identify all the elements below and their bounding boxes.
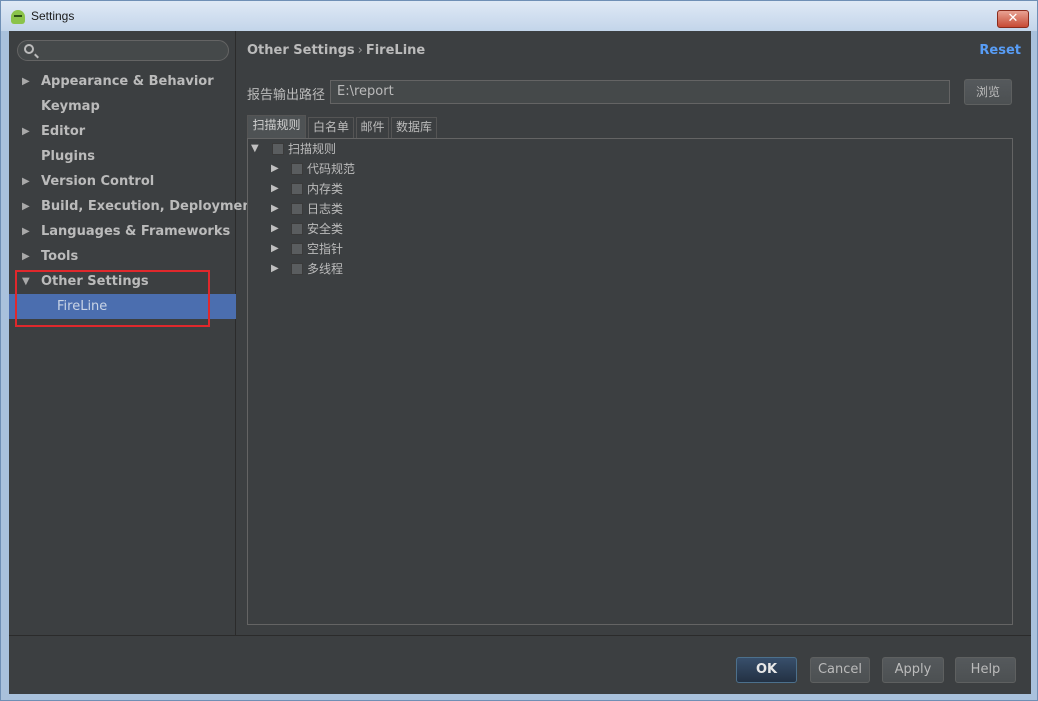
tree-node-label: 扫描规则	[288, 142, 337, 156]
tree-node-label: 空指针	[307, 242, 344, 256]
expand-arrow-icon[interactable]: ▶	[22, 194, 30, 219]
sidebar-item-other-settings[interactable]: ▼ Other Settings	[9, 269, 236, 294]
tree-node-label: 内存类	[307, 182, 344, 196]
expand-arrow-icon[interactable]: ▶	[271, 199, 279, 219]
tab-whitelist[interactable]: 白名单	[308, 117, 354, 138]
expand-arrow-icon[interactable]: ▶	[271, 179, 279, 199]
sidebar-item-build-execution-deployment[interactable]: ▶ Build, Execution, Deployment	[9, 194, 258, 219]
settings-window: Settings ✕ ▶ Appearance & Behavior Keyma…	[0, 0, 1038, 701]
sidebar-item-languages-frameworks[interactable]: ▶ Languages & Frameworks	[9, 219, 236, 244]
cancel-button[interactable]: Cancel	[810, 657, 870, 683]
collapse-arrow-icon[interactable]: ▼	[251, 139, 259, 159]
sidebar-item-tools[interactable]: ▶ Tools	[9, 244, 236, 269]
sidebar-item-version-control[interactable]: ▶ Version Control	[9, 169, 236, 194]
tab-database[interactable]: 数据库	[391, 117, 437, 138]
browse-button[interactable]: 浏览	[964, 79, 1012, 105]
settings-nav: ▶ Appearance & Behavior Keymap ▶ Editor …	[9, 69, 258, 319]
tree-node[interactable]: ▶ 多线程	[271, 259, 471, 279]
android-app-icon	[11, 10, 25, 24]
tree-node-label: 代码规范	[307, 162, 356, 176]
checkbox[interactable]	[291, 163, 303, 175]
settings-content: Other Settings › FireLine Reset 报告输出路径 E:\…	[237, 31, 1031, 635]
breadcrumb-current: FireLine	[365, 43, 426, 58]
checkbox[interactable]	[291, 183, 303, 195]
expand-arrow-icon[interactable]: ▶	[22, 244, 30, 269]
expand-arrow-icon[interactable]: ▶	[22, 119, 30, 144]
sidebar-item-label: Appearance & Behavior	[41, 74, 214, 89]
sidebar-item-editor[interactable]: ▶ Editor	[9, 119, 236, 144]
breadcrumb-separator-icon: ›	[357, 43, 363, 58]
search-input[interactable]	[17, 40, 229, 61]
expand-arrow-icon[interactable]: ▶	[271, 239, 279, 259]
collapse-arrow-icon[interactable]: ▼	[22, 269, 30, 294]
tree-node-label: 安全类	[307, 222, 344, 236]
tree-node[interactable]: ▶ 安全类	[271, 219, 471, 239]
sidebar-item-label: Tools	[41, 249, 79, 264]
sidebar-item-label: Version Control	[41, 174, 155, 189]
sidebar-item-label: FireLine	[57, 299, 108, 314]
sidebar-item-label: Build, Execution, Deployment	[41, 199, 258, 214]
tree-node-label: 多线程	[307, 262, 344, 276]
checkbox[interactable]	[291, 263, 303, 275]
sidebar-item-keymap[interactable]: Keymap	[9, 94, 236, 119]
checkbox[interactable]	[272, 143, 284, 155]
tab-email[interactable]: 邮件	[356, 117, 389, 138]
checkbox[interactable]	[291, 203, 303, 215]
sidebar-item-appearance-behavior[interactable]: ▶ Appearance & Behavior	[9, 69, 236, 94]
search-icon	[24, 44, 34, 54]
apply-button[interactable]: Apply	[882, 657, 944, 683]
close-button[interactable]: ✕	[997, 10, 1029, 28]
title-bar: Settings ✕	[1, 1, 1037, 31]
rules-tree: ▼ 扫描规则 ▶ 代码规范 ▶ 内存类 ▶ 日志类 ▶ 安全类 ▶ 空指针 ▶ …	[247, 138, 1013, 625]
tree-node[interactable]: ▶ 日志类	[271, 199, 471, 219]
expand-arrow-icon[interactable]: ▶	[22, 69, 30, 94]
tab-scan-rules[interactable]: 扫描规则	[247, 115, 306, 139]
checkbox[interactable]	[291, 223, 303, 235]
breadcrumb-parent: Other Settings	[247, 43, 355, 58]
sidebar-item-label: Other Settings	[41, 274, 149, 289]
tree-node[interactable]: ▶ 空指针	[271, 239, 471, 259]
checkbox[interactable]	[291, 243, 303, 255]
expand-arrow-icon[interactable]: ▶	[271, 259, 279, 279]
sidebar-item-label: Plugins	[41, 149, 95, 164]
report-path-field[interactable]: E:\report	[330, 80, 950, 104]
report-path-label: 报告输出路径	[247, 88, 326, 103]
sidebar-item-label: Editor	[41, 124, 86, 139]
sidebar-item-label: Keymap	[41, 99, 100, 114]
dialog-footer: OK Cancel Apply Help	[9, 635, 1031, 694]
tree-node[interactable]: ▶ 内存类	[271, 179, 471, 199]
settings-sidebar: ▶ Appearance & Behavior Keymap ▶ Editor …	[9, 31, 258, 635]
dialog-body: ▶ Appearance & Behavior Keymap ▶ Editor …	[9, 31, 1031, 694]
expand-arrow-icon[interactable]: ▶	[271, 159, 279, 179]
ok-button[interactable]: OK	[736, 657, 797, 683]
expand-arrow-icon[interactable]: ▶	[22, 169, 30, 194]
tree-node[interactable]: ▶ 代码规范	[271, 159, 471, 179]
sidebar-item-plugins[interactable]: Plugins	[9, 144, 236, 169]
window-title: Settings	[31, 9, 75, 23]
tree-node-root[interactable]: ▼ 扫描规则	[251, 139, 451, 159]
tree-node-label: 日志类	[307, 202, 344, 216]
breadcrumb: Other Settings › FireLine	[247, 43, 425, 58]
reset-link[interactable]: Reset	[979, 43, 1021, 58]
sidebar-item-fireline[interactable]: FireLine	[9, 294, 236, 319]
expand-arrow-icon[interactable]: ▶	[22, 219, 30, 244]
help-button[interactable]: Help	[955, 657, 1016, 683]
sidebar-item-label: Languages & Frameworks	[41, 224, 231, 239]
expand-arrow-icon[interactable]: ▶	[271, 219, 279, 239]
